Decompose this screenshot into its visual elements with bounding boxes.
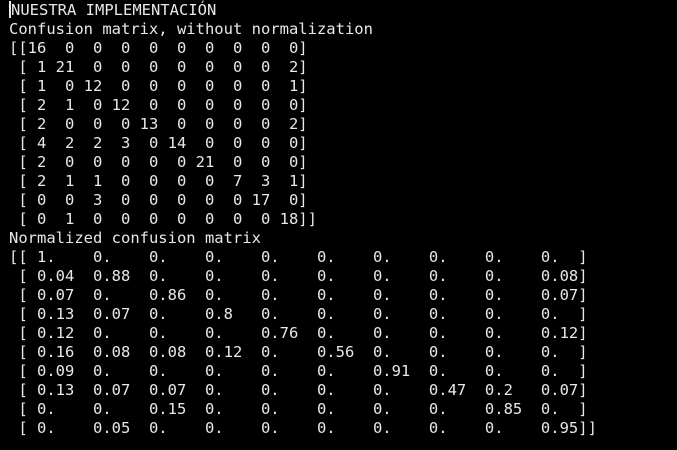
normalized-matrix-row: [ 0.13 0.07 0. 0.8 0. 0. 0. 0. 0. 0. ] (9, 305, 588, 323)
normalized-matrix-row: [[ 1. 0. 0. 0. 0. 0. 0. 0. 0. 0. ] (9, 248, 588, 266)
normalized-matrix-row: [ 0.16 0.08 0.08 0.12 0. 0.56 0. 0. 0. 0… (9, 343, 588, 361)
matrix-row: [[16 0 0 0 0 0 0 0 0 0] (9, 39, 308, 57)
normalized-matrix-row: [ 0. 0.05 0. 0. 0. 0. 0. 0. 0. 0.95]] (9, 419, 597, 437)
matrix-row: [ 2 0 0 0 0 0 21 0 0 0] (9, 153, 308, 171)
matrix-row: [ 2 1 1 0 0 0 0 7 3 1] (9, 172, 308, 190)
matrix-row: [ 2 0 0 0 13 0 0 0 0 2] (9, 115, 308, 133)
matrix-row: [ 4 2 2 3 0 14 0 0 0 0] (9, 134, 308, 152)
implementation-heading: NUESTRA IMPLEMENTACIÓN (11, 1, 217, 19)
normalized-matrix-row: [ 0. 0. 0.15 0. 0. 0. 0. 0. 0.85 0. ] (9, 400, 588, 418)
terminal-output: NUESTRA IMPLEMENTACIÓN Confusion matrix,… (0, 0, 677, 450)
matrix-row: [ 0 1 0 0 0 0 0 0 0 18]] (9, 210, 317, 228)
normalized-matrix-row: [ 0.12 0. 0. 0. 0.76 0. 0. 0. 0. 0.12] (9, 324, 588, 342)
confusion-matrix-title: Confusion matrix, without normalization (9, 20, 373, 38)
terminal-line-header: NUESTRA IMPLEMENTACIÓN (9, 1, 677, 20)
normalized-matrix-row: [ 0.13 0.07 0.07 0. 0. 0. 0. 0.47 0.2 0.… (9, 381, 588, 399)
normalized-matrix-row: [ 0.04 0.88 0. 0. 0. 0. 0. 0. 0. 0.08] (9, 267, 588, 285)
matrix-row: [ 0 0 3 0 0 0 0 0 17 0] (9, 191, 308, 209)
normalized-matrix-row: [ 0.07 0. 0.86 0. 0. 0. 0. 0. 0. 0.07] (9, 286, 588, 304)
matrix-row: [ 1 21 0 0 0 0 0 0 0 2] (9, 58, 308, 76)
normalized-matrix-row: [ 0.09 0. 0. 0. 0. 0. 0.91 0. 0. 0. ] (9, 362, 588, 380)
matrix-row: [ 2 1 0 12 0 0 0 0 0 0] (9, 96, 308, 114)
normalized-matrix-title: Normalized confusion matrix (9, 229, 261, 247)
matrix-row: [ 1 0 12 0 0 0 0 0 0 1] (9, 77, 308, 95)
